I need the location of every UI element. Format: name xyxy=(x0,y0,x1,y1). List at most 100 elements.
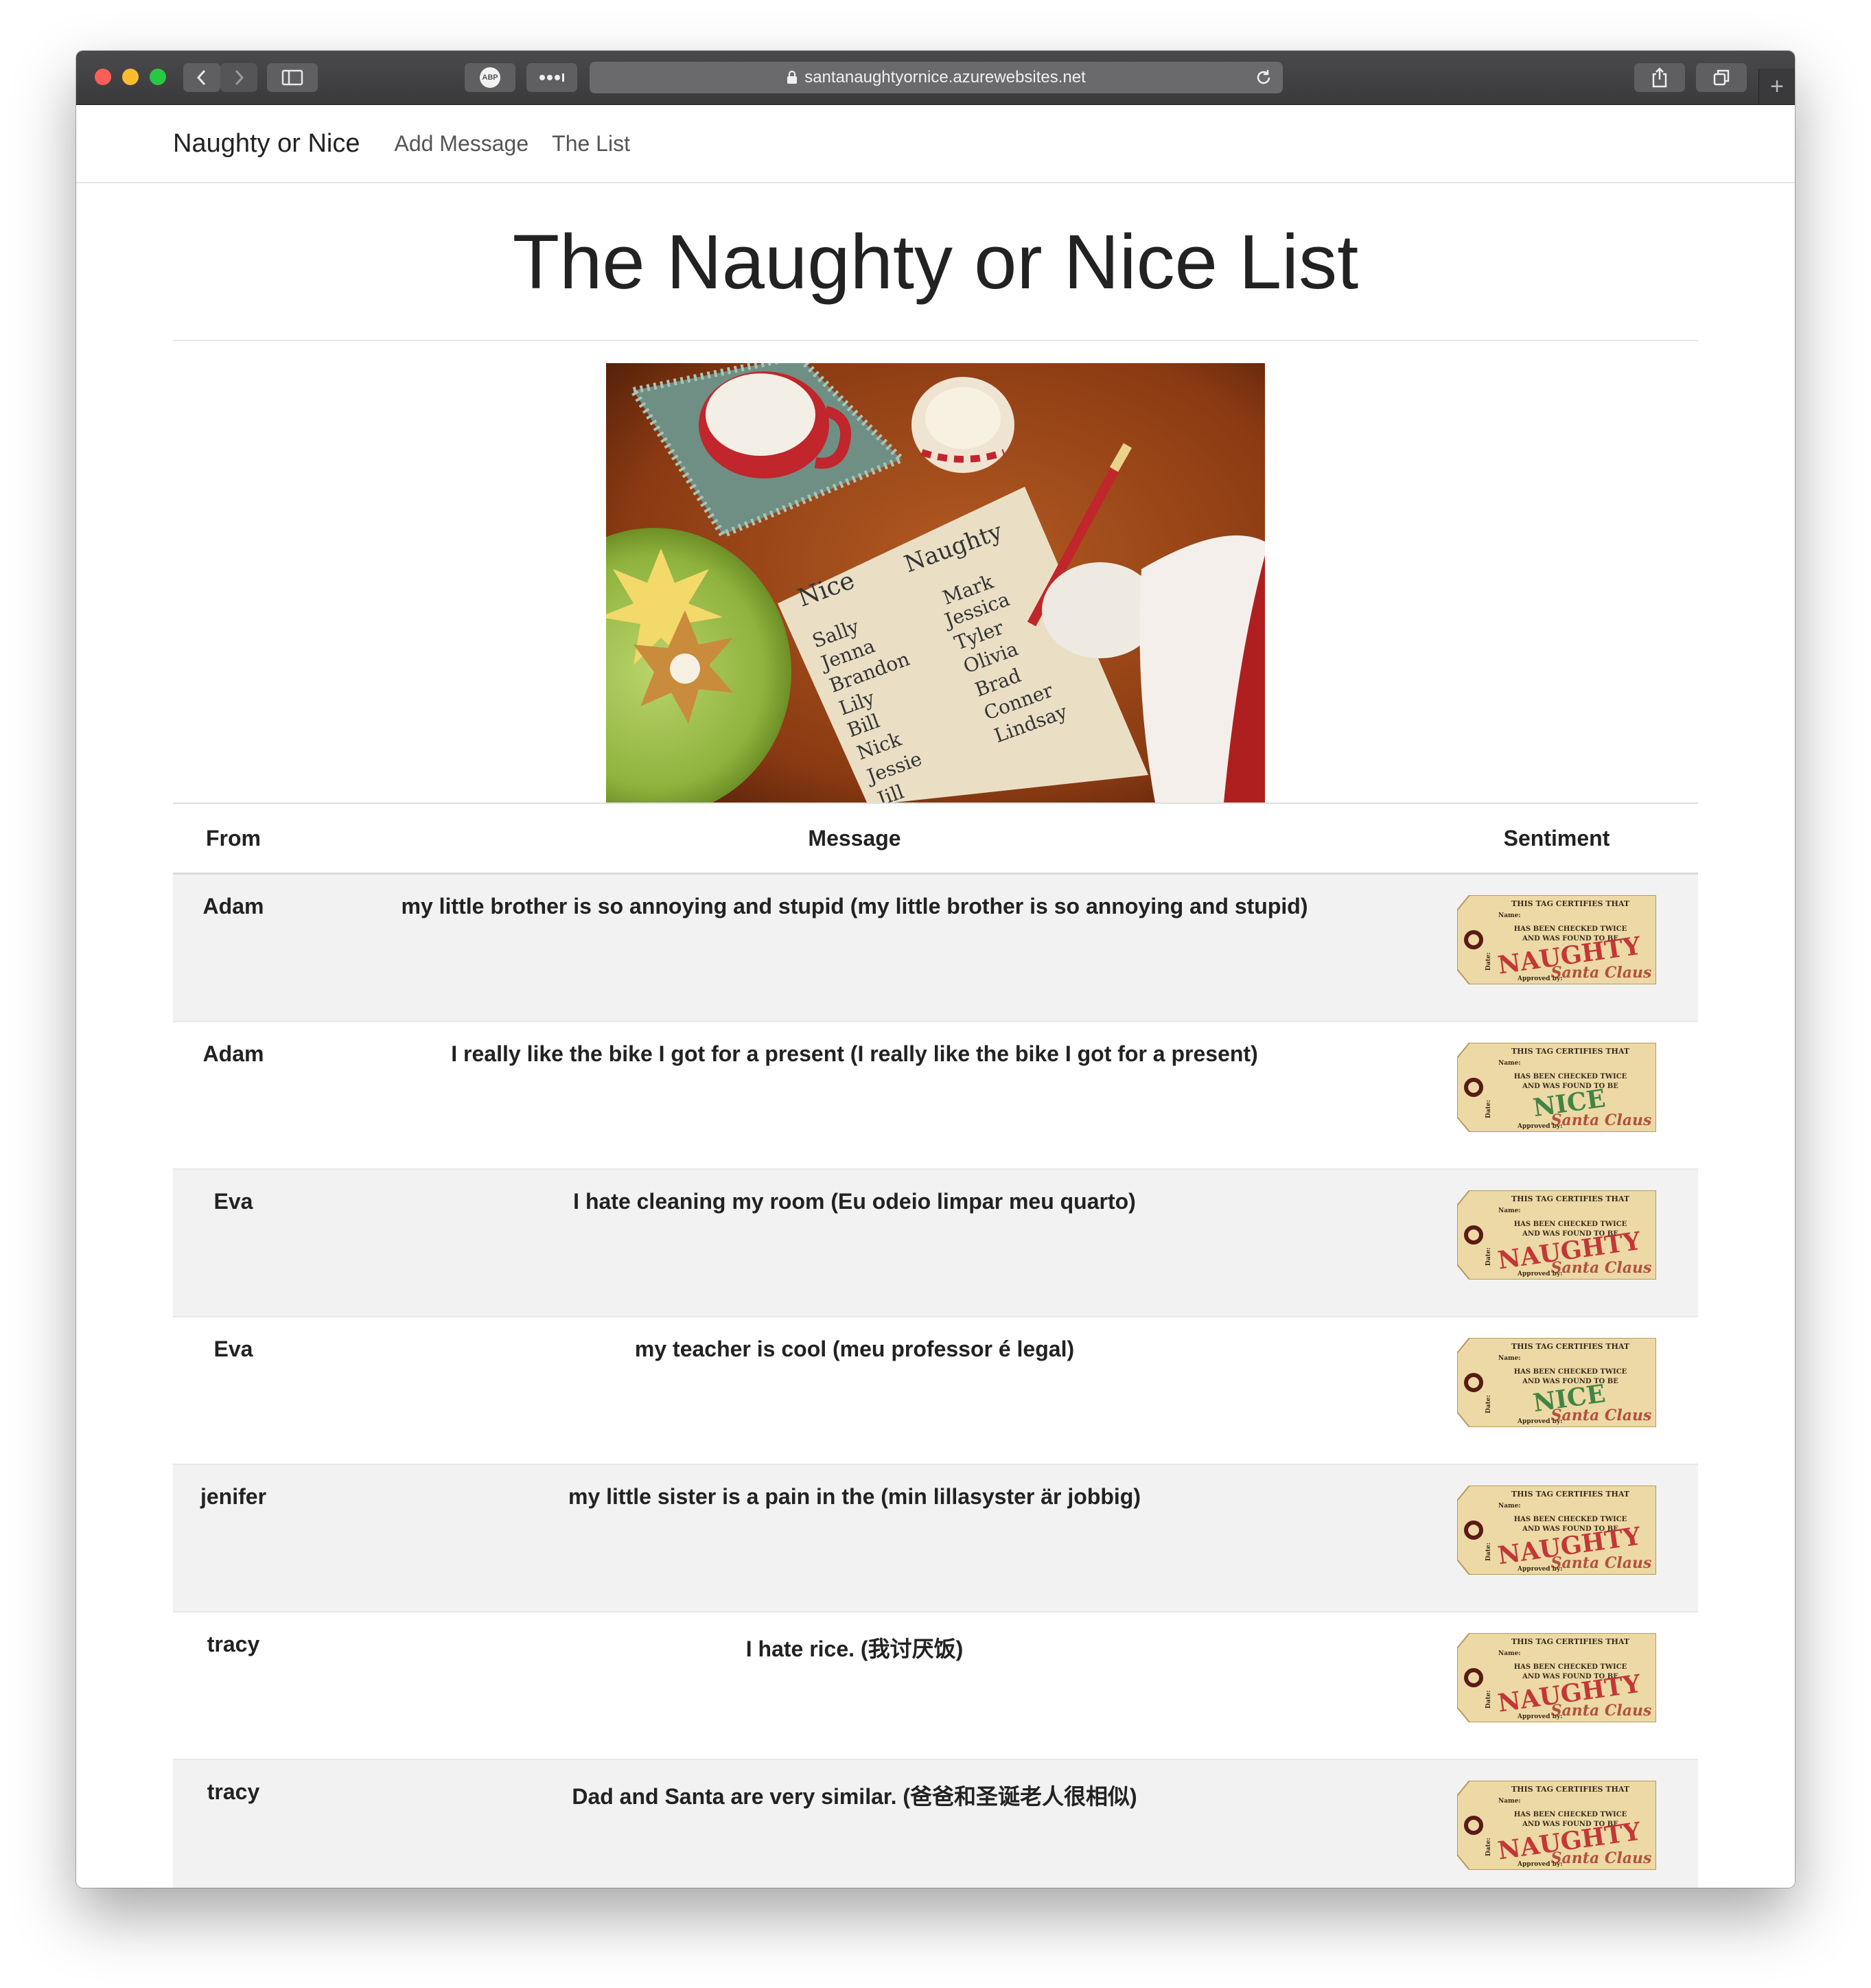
share-icon xyxy=(1652,67,1667,88)
table-row: Eva my teacher is cool (meu professor é … xyxy=(173,1316,1698,1464)
nav-add-message[interactable]: Add Message xyxy=(394,131,528,157)
tag-line2: HAS BEEN CHECKED TWICE xyxy=(1514,1368,1627,1376)
tag-signature: Santa Claus xyxy=(1551,1259,1652,1277)
browser-window: ABP santanaughtyornice.azurewebsites.net… xyxy=(76,51,1795,1888)
tag-date-label: Date: xyxy=(1485,1838,1492,1856)
close-window-button[interactable] xyxy=(95,69,111,85)
tabs-icon xyxy=(1713,69,1730,86)
tag-name-label: Name: xyxy=(1498,1503,1521,1510)
tag-date-label: Date: xyxy=(1485,1247,1492,1266)
zoom-window-button[interactable] xyxy=(150,69,166,85)
url-text: santanaughtyornice.azurewebsites.net xyxy=(804,68,1086,86)
row-from: Eva xyxy=(173,1168,294,1317)
table-row: tracy Dad and Santa are very similar. (爸… xyxy=(173,1759,1698,1888)
tag-line1: THIS TAG CERTIFIES THAT xyxy=(1511,1047,1630,1056)
tag-name-label: Name: xyxy=(1498,1798,1521,1805)
header-message: Message xyxy=(294,803,1415,875)
tag-line1: THIS TAG CERTIFIES THAT xyxy=(1511,1342,1630,1351)
tag-date-label: Date: xyxy=(1485,952,1492,971)
row-message: my little sister is a pain in the (min l… xyxy=(294,1464,1415,1612)
tag-signature: Santa Claus xyxy=(1551,964,1652,982)
table-body: Adam my little brother is so annoying an… xyxy=(173,872,1698,1888)
row-message: my little brother is so annoying and stu… xyxy=(294,872,1415,1021)
more-icon xyxy=(539,73,564,82)
tag-signature: Santa Claus xyxy=(1551,1849,1652,1867)
new-tab-button[interactable]: + xyxy=(1758,69,1795,104)
main-content: The Naughty or Nice List Nice Naughty Sa… xyxy=(173,183,1698,1888)
tag-line2: HAS BEEN CHECKED TWICE xyxy=(1514,1221,1627,1228)
sidebar-icon xyxy=(281,69,303,86)
reload-icon[interactable] xyxy=(1254,68,1273,87)
row-from: tracy xyxy=(173,1759,294,1888)
row-from: Eva xyxy=(173,1316,294,1464)
extensions-button[interactable] xyxy=(526,63,577,92)
nav-the-list[interactable]: The List xyxy=(552,131,630,157)
brand-link[interactable]: Naughty or Nice xyxy=(173,129,360,159)
tag-line1: THIS TAG CERTIFIES THAT xyxy=(1511,899,1630,908)
row-message: my teacher is cool (meu professor é lega… xyxy=(294,1316,1415,1464)
sentiment-tag-image: THIS TAG CERTIFIES THAT Name: HAS BEEN C… xyxy=(1456,894,1657,985)
row-sentiment: THIS TAG CERTIFIES THAT Name: HAS BEEN C… xyxy=(1415,1021,1698,1169)
tag-name-label: Name: xyxy=(1498,1355,1521,1362)
tag-line2: HAS BEEN CHECKED TWICE xyxy=(1514,1073,1627,1080)
row-sentiment: THIS TAG CERTIFIES THAT Name: HAS BEEN C… xyxy=(1415,872,1698,1021)
navbar: Naughty or Nice Add Message The List xyxy=(76,105,1795,183)
address-bar[interactable]: santanaughtyornice.azurewebsites.net xyxy=(590,62,1283,93)
row-sentiment: THIS TAG CERTIFIES THAT Name: HAS BEEN C… xyxy=(1415,1316,1698,1464)
row-sentiment: THIS TAG CERTIFIES THAT Name: HAS BEEN C… xyxy=(1415,1611,1698,1759)
sentiment-tag-image: THIS TAG CERTIFIES THAT Name: HAS BEEN C… xyxy=(1456,1632,1657,1723)
chevron-left-icon xyxy=(196,69,206,86)
tag-date-label: Date: xyxy=(1485,1690,1492,1709)
tag-signature: Santa Claus xyxy=(1551,1702,1652,1720)
tabs-overview-button[interactable] xyxy=(1696,63,1747,92)
table-row: tracy I hate rice. (我讨厌饭) THIS TAG CERTI… xyxy=(173,1611,1698,1759)
back-button[interactable] xyxy=(183,63,220,92)
adblock-button[interactable]: ABP xyxy=(465,63,515,92)
chevron-right-icon xyxy=(235,69,244,86)
row-sentiment: THIS TAG CERTIFIES THAT Name: HAS BEEN C… xyxy=(1415,1168,1698,1317)
adblock-label: ABP xyxy=(482,73,498,82)
share-button[interactable] xyxy=(1634,63,1685,92)
row-message: I hate cleaning my room (Eu odeio limpar… xyxy=(294,1168,1415,1317)
row-sentiment: THIS TAG CERTIFIES THAT Name: HAS BEEN C… xyxy=(1415,1759,1698,1888)
sentiment-tag-image: THIS TAG CERTIFIES THAT Name: HAS BEEN C… xyxy=(1456,1485,1657,1575)
tag-date-label: Date: xyxy=(1485,1395,1492,1413)
tag-name-label: Name: xyxy=(1498,1650,1521,1657)
lock-icon xyxy=(787,71,798,84)
messages-table: From Message Sentiment Adam my little br… xyxy=(173,802,1698,1888)
tag-line1: THIS TAG CERTIFIES THAT xyxy=(1511,1637,1630,1646)
tag-line1: THIS TAG CERTIFIES THAT xyxy=(1511,1490,1630,1499)
sentiment-tag-image: THIS TAG CERTIFIES THAT Name: HAS BEEN C… xyxy=(1456,1190,1657,1280)
tag-name-label: Name: xyxy=(1498,912,1521,919)
row-from: Adam xyxy=(173,872,294,1021)
row-sentiment: THIS TAG CERTIFIES THAT Name: HAS BEEN C… xyxy=(1415,1464,1698,1612)
web-page: Naughty or Nice Add Message The List The… xyxy=(76,105,1795,1888)
tag-date-label: Date: xyxy=(1485,1100,1492,1118)
sentiment-tag-image: THIS TAG CERTIFIES THAT Name: HAS BEEN C… xyxy=(1456,1337,1657,1428)
header-sentiment: Sentiment xyxy=(1415,803,1698,875)
row-from: Adam xyxy=(173,1021,294,1169)
minimize-window-button[interactable] xyxy=(122,69,139,85)
tag-signature: Santa Claus xyxy=(1551,1407,1652,1424)
tag-signature: Santa Claus xyxy=(1551,1111,1652,1129)
table-header-row: From Message Sentiment xyxy=(173,803,1698,875)
row-message: Dad and Santa are very similar. (爸爸和圣诞老人… xyxy=(294,1759,1415,1888)
forward-button[interactable] xyxy=(220,63,257,92)
table-row: Adam my little brother is so annoying an… xyxy=(173,872,1698,1021)
tag-date-label: Date: xyxy=(1485,1542,1492,1561)
sentiment-tag-image: THIS TAG CERTIFIES THAT Name: HAS BEEN C… xyxy=(1456,1780,1657,1871)
table-row: Adam I really like the bike I got for a … xyxy=(173,1021,1698,1169)
tag-line2: HAS BEEN CHECKED TWICE xyxy=(1514,925,1627,933)
title-divider xyxy=(173,340,1698,341)
row-from: tracy xyxy=(173,1611,294,1759)
tag-signature: Santa Claus xyxy=(1551,1554,1652,1572)
tag-name-label: Name: xyxy=(1498,1060,1521,1067)
tag-line2: HAS BEEN CHECKED TWICE xyxy=(1514,1663,1627,1671)
tag-line2: HAS BEEN CHECKED TWICE xyxy=(1514,1811,1627,1818)
sidebar-button[interactable] xyxy=(267,63,318,92)
page-title: The Naughty or Nice List xyxy=(512,219,1359,305)
table-row: jenifer my little sister is a pain in th… xyxy=(173,1464,1698,1612)
row-message: I hate rice. (我讨厌饭) xyxy=(294,1611,1415,1759)
tag-name-label: Name: xyxy=(1498,1207,1521,1214)
table-row: Eva I hate cleaning my room (Eu odeio li… xyxy=(173,1168,1698,1317)
